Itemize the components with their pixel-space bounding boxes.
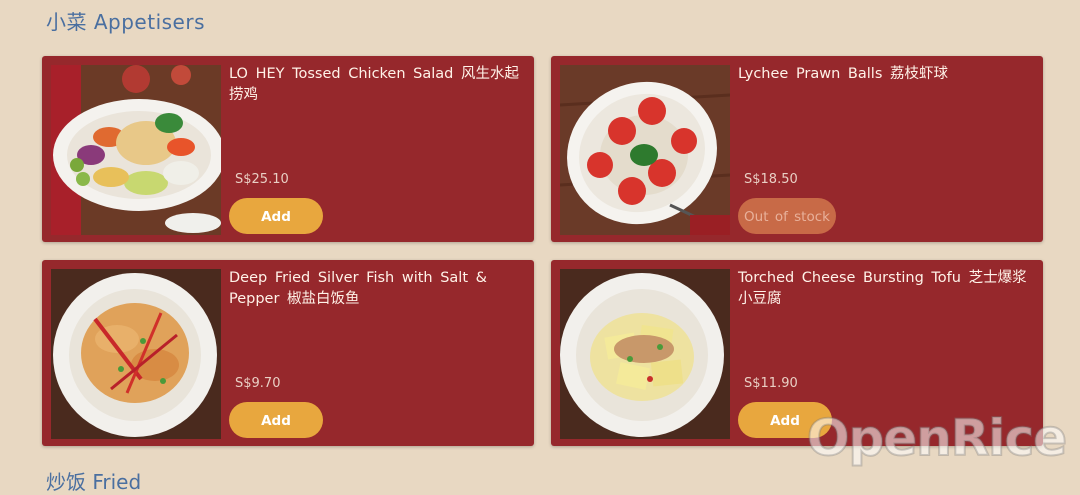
openrice-watermark-logo: OpenRice: [806, 408, 1068, 468]
dish-price: S$9.70: [235, 376, 281, 391]
dish-price: S$11.90: [744, 376, 798, 391]
dish-price: S$25.10: [235, 172, 289, 187]
dish-name: Torched Cheese Bursting Tofu 芝士爆浆小豆腐: [738, 270, 1027, 307]
menu-grid: LO HEY Tossed Chicken Salad 风生水起捞鸡 S$25.…: [0, 0, 1080, 475]
dish-name: Lychee Prawn Balls 荔枝虾球: [738, 66, 948, 82]
dish-price: S$18.50: [744, 172, 798, 187]
out-of-stock-button[interactable]: Out of stock: [738, 198, 836, 234]
dish-photo-cheese-tofu[interactable]: [560, 269, 730, 439]
dish-photo-lo-hey[interactable]: [51, 65, 221, 235]
next-section-title: 炒饭 Fried: [46, 470, 142, 494]
add-button[interactable]: Add: [229, 402, 323, 438]
add-button[interactable]: Add: [229, 198, 323, 234]
dish-photo-lychee-prawn-balls[interactable]: [560, 65, 730, 235]
menu-item-card[interactable]: Lychee Prawn Balls 荔枝虾球 S$18.50 Out of s…: [551, 56, 1043, 242]
menu-item-card[interactable]: LO HEY Tossed Chicken Salad 风生水起捞鸡 S$25.…: [42, 56, 534, 242]
dish-name: LO HEY Tossed Chicken Salad 风生水起捞鸡: [229, 66, 519, 103]
menu-item-card[interactable]: Deep Fried Silver Fish with Salt & Peppe…: [42, 260, 534, 446]
dish-name: Deep Fried Silver Fish with Salt & Peppe…: [229, 270, 487, 307]
dish-photo-silver-fish[interactable]: [51, 269, 221, 439]
